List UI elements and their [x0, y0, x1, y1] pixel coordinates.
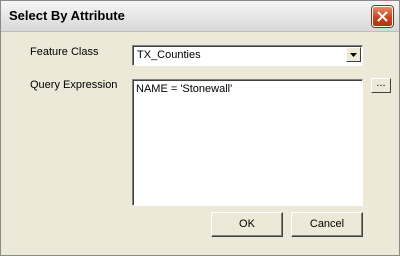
query-expression-label: Query Expression [30, 79, 118, 91]
chevron-down-icon [350, 53, 357, 57]
dialog-title: Select By Attribute [9, 8, 125, 23]
feature-class-label: Feature Class [30, 46, 99, 58]
query-expression-input[interactable]: NAME = 'Stonewall' [132, 79, 363, 206]
title-bar[interactable]: Select By Attribute [1, 1, 399, 32]
query-builder-button[interactable]: ... [371, 78, 391, 93]
cancel-button[interactable]: Cancel [291, 212, 363, 237]
feature-class-value: TX_Counties [137, 49, 201, 61]
close-icon [377, 11, 388, 22]
dropdown-button[interactable] [346, 47, 361, 62]
feature-class-dropdown[interactable]: TX_Counties [132, 45, 363, 66]
select-by-attribute-dialog: Select By Attribute Feature Class TX_Cou… [0, 0, 400, 256]
dialog-body: Feature Class TX_Counties Query Expressi… [1, 32, 399, 255]
close-button[interactable] [372, 6, 393, 27]
ok-button[interactable]: OK [211, 212, 283, 237]
query-expression-value: NAME = 'Stonewall' [136, 83, 233, 95]
